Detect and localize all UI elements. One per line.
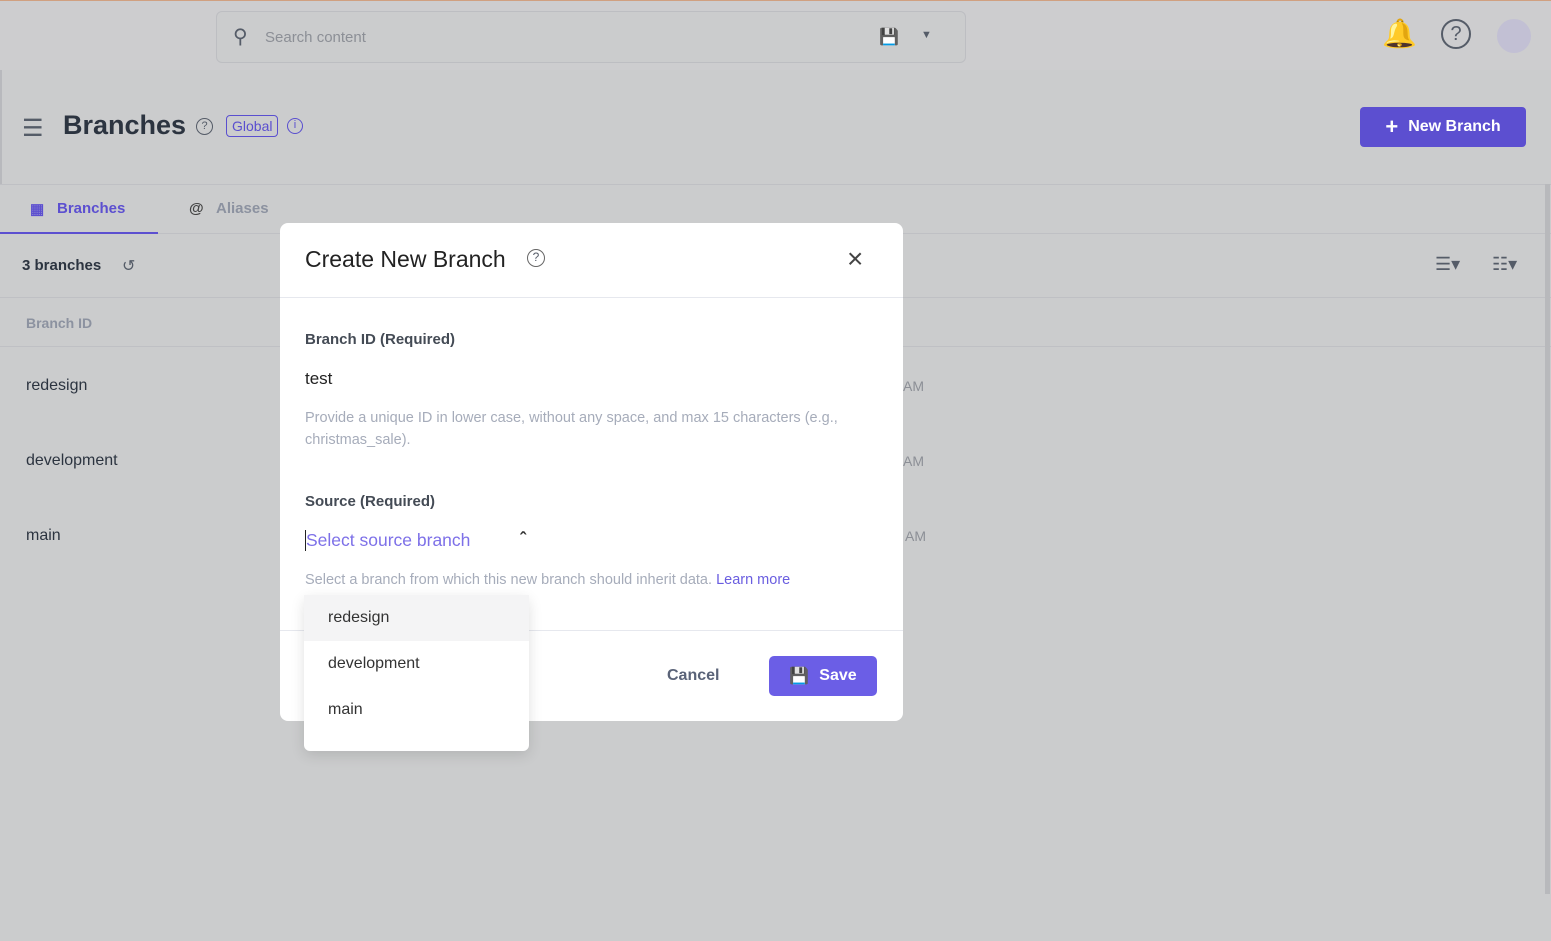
chevron-up-icon[interactable]: ˆ [520, 529, 526, 550]
branch-count: 3 branches [22, 257, 102, 274]
save-icon: 💾 [789, 668, 810, 685]
branch-id-hint: Provide a unique ID in lower case, witho… [305, 410, 838, 448]
learn-more-link[interactable]: Learn more [716, 572, 790, 588]
refresh-icon[interactable]: ↺ [122, 256, 135, 276]
page-header: ☰ Branches ? Global i + New Branch [0, 70, 1551, 184]
table-row[interactable]: development [26, 452, 118, 470]
table-row[interactable]: main [26, 527, 61, 545]
save-button[interactable]: 💾 Save [769, 656, 877, 696]
top-bar: ⚲ Search content 💾 ▼ 🔔 ? [0, 0, 1551, 70]
source-label: Source (Required) [305, 493, 436, 510]
tab-branches[interactable]: ▦ Branches [0, 185, 158, 234]
source-dropdown: redesign development main [304, 595, 529, 751]
avatar[interactable] [1497, 19, 1531, 53]
column-branch-id[interactable]: Branch ID [26, 315, 92, 331]
list-view-icon[interactable]: ☰▾ [1435, 254, 1460, 275]
branch-id-label: Branch ID (Required) [305, 331, 456, 348]
search-bar[interactable]: ⚲ Search content 💾 ▼ [216, 11, 966, 63]
modal-title: Create New Branch [305, 246, 506, 272]
info-icon[interactable]: i [287, 118, 303, 134]
help-icon[interactable]: ? [196, 118, 213, 135]
chevron-down-icon[interactable]: ▼ [921, 29, 932, 41]
scope-badge: Global [226, 115, 279, 137]
bell-icon[interactable]: 🔔 [1382, 17, 1417, 50]
new-branch-button[interactable]: + New Branch [1360, 107, 1526, 147]
scrollbar[interactable] [1545, 184, 1550, 894]
help-icon[interactable]: ? [527, 249, 545, 267]
at-icon: @ [189, 200, 204, 217]
hamburger-menu-icon[interactable]: ☰ [22, 114, 44, 143]
branch-id-input[interactable]: test [305, 369, 332, 389]
dropdown-option[interactable]: redesign [304, 595, 529, 641]
source-hint: Select a branch from which this new bran… [305, 572, 791, 588]
dropdown-option[interactable]: main [304, 687, 529, 733]
row-time: AM [903, 378, 924, 394]
search-input[interactable]: Search content [265, 29, 366, 46]
plus-icon: + [1385, 114, 1399, 139]
row-time: AM [903, 453, 924, 469]
row-time: AM [905, 528, 926, 544]
help-icon[interactable]: ? [1441, 19, 1471, 49]
page-title: Branches [63, 110, 187, 140]
columns-icon[interactable]: ☷▾ [1492, 254, 1517, 275]
dropdown-option[interactable]: development [304, 641, 529, 687]
table-row[interactable]: redesign [26, 377, 87, 395]
cancel-button[interactable]: Cancel [667, 667, 719, 685]
branches-icon: ▦ [30, 201, 45, 218]
close-icon[interactable]: × [847, 243, 863, 275]
source-select[interactable]: Select source branch [305, 530, 470, 551]
search-icon: ⚲ [233, 26, 248, 48]
save-search-icon[interactable]: 💾 [879, 27, 899, 47]
